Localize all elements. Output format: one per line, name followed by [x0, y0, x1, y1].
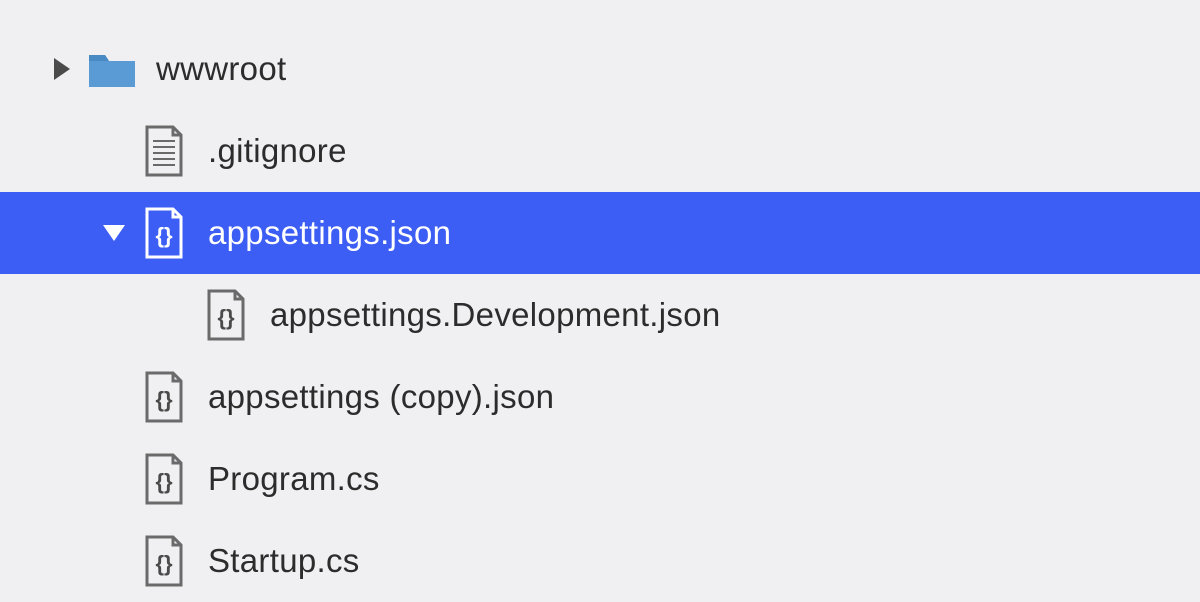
tree-item-label: Program.cs	[208, 460, 380, 498]
codefile-icon: {}	[136, 520, 192, 602]
expand-spacer	[160, 274, 192, 356]
tree-item-appsettings-development-json[interactable]: {} appsettings.Development.json	[0, 274, 1200, 356]
expand-spacer	[98, 356, 130, 438]
tree-item-label: appsettings (copy).json	[208, 378, 554, 416]
expand-toggle[interactable]	[98, 192, 130, 274]
tree-item-label: appsettings.json	[208, 214, 451, 252]
expand-spacer	[98, 438, 130, 520]
chevron-right-icon	[54, 58, 70, 80]
codefile-icon: {}	[136, 356, 192, 438]
textfile-icon	[136, 110, 192, 192]
codefile-icon: {}	[136, 192, 192, 274]
tree-item-startup-cs[interactable]: {} Startup.cs	[0, 520, 1200, 602]
tree-item-label: .gitignore	[208, 132, 347, 170]
tree-item-gitignore[interactable]: .gitignore	[0, 110, 1200, 192]
expand-spacer	[98, 520, 130, 602]
tree-item-appsettings-json[interactable]: {} appsettings.json	[0, 192, 1200, 274]
codefile-icon: {}	[136, 438, 192, 520]
svg-text:{}: {}	[155, 551, 173, 576]
svg-text:{}: {}	[155, 469, 173, 494]
expand-spacer	[98, 110, 130, 192]
svg-text:{}: {}	[155, 223, 173, 248]
svg-text:{}: {}	[217, 305, 235, 330]
chevron-down-icon	[103, 225, 125, 241]
codefile-icon: {}	[198, 274, 254, 356]
tree-item-program-cs[interactable]: {} Program.cs	[0, 438, 1200, 520]
expand-toggle[interactable]	[46, 28, 78, 110]
tree-item-label: appsettings.Development.json	[270, 296, 721, 334]
tree-item-appsettings-copy-json[interactable]: {} appsettings (copy).json	[0, 356, 1200, 438]
svg-text:{}: {}	[155, 387, 173, 412]
file-tree: wwwroot .gitignore {}	[0, 0, 1200, 602]
tree-item-label: wwwroot	[156, 50, 286, 88]
folder-icon	[84, 28, 140, 110]
tree-item-label: Startup.cs	[208, 542, 360, 580]
tree-item-partial	[0, 10, 1200, 28]
tree-item-wwwroot[interactable]: wwwroot	[0, 28, 1200, 110]
